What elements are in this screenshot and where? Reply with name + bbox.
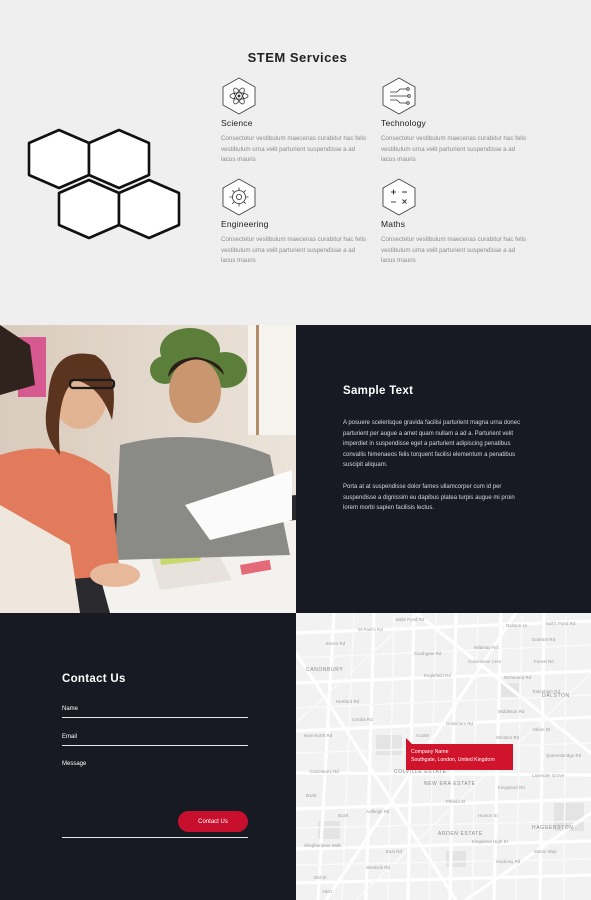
street-label: Southgate Rd xyxy=(414,651,442,656)
contact-section: Contact Us Name Email Message Contact Us xyxy=(0,613,296,900)
sample-paragraph-1: A posuere scelerisque gravida facilisi p… xyxy=(343,420,521,469)
service-technology: Technology Consectetur vestibulum maecen… xyxy=(381,77,531,166)
street-label: New North Rd xyxy=(304,733,333,738)
street-label: Kingsland Rd xyxy=(498,785,525,790)
contact-title: Contact Us xyxy=(62,673,126,685)
circuit-icon xyxy=(382,77,416,115)
street-label: Downham Rd xyxy=(446,721,474,726)
message-label: Message xyxy=(62,761,87,767)
location-map[interactable]: CANONBURY DALSTON COLVILLE ESTATE NEW ER… xyxy=(296,613,591,900)
street-label: Albion Dr xyxy=(532,727,551,732)
atom-icon xyxy=(222,77,256,115)
company-name: Company Name xyxy=(411,749,449,755)
street-label: Shepherdess Walk xyxy=(304,843,342,848)
stem-title: STEM Services xyxy=(247,50,348,65)
street-label: A501 xyxy=(322,889,333,894)
street-label: Hoxton St xyxy=(478,813,498,818)
map-area-label: ARDEN ESTATE xyxy=(438,831,483,837)
service-name: Technology xyxy=(381,118,427,128)
street-label: East Rd xyxy=(386,849,402,854)
service-description: Consectetur vestibulum maecenas curabitu… xyxy=(381,135,527,163)
street-label: Lavender Grove xyxy=(532,773,565,778)
service-maths: Maths Consectetur vestibulum maecenas cu… xyxy=(381,178,531,267)
street-label: Whiston Rd xyxy=(496,735,520,740)
street-label: Pitfield St xyxy=(446,799,466,804)
map-area-label: NEW ERA ESTATE xyxy=(424,781,476,787)
street-label: Ardleigh Rd xyxy=(366,809,390,814)
street-label: Old St xyxy=(314,875,327,880)
street-label: Wilton Way xyxy=(534,849,557,854)
email-label: Email xyxy=(62,734,78,740)
street-label: Graham Rd xyxy=(532,637,556,642)
stem-services-section: STEM Services Science Consectetur vestib… xyxy=(0,0,591,325)
street-label: Hertford Rd xyxy=(336,699,360,704)
street-label: Balls Pond Rd xyxy=(396,617,425,622)
street-label: Colvestone Cres xyxy=(468,659,502,664)
street-label: Richmond Rd xyxy=(504,675,532,680)
street-label: Tottenham Rd xyxy=(532,689,560,694)
map-area-label: CANONBURY xyxy=(306,667,344,673)
name-label: Name xyxy=(62,706,79,712)
service-description: Consectetur vestibulum maecenas curabitu… xyxy=(221,236,367,264)
street-label: Mildmay Rd xyxy=(474,645,498,650)
service-name: Science xyxy=(221,118,253,128)
street-label: Kingsland High St xyxy=(472,839,508,844)
name-field[interactable] xyxy=(62,717,248,718)
service-science: Science Consectetur vestibulum maecenas … xyxy=(221,77,371,166)
street-label: Cecilia Rd xyxy=(352,717,373,722)
email-field[interactable] xyxy=(62,745,248,746)
gear-icon xyxy=(222,178,256,216)
street-label: Ball's Pond Rd xyxy=(546,621,576,626)
street-label: B144 xyxy=(338,813,349,818)
street-label: Middleton Rd xyxy=(498,709,525,714)
service-engineering: Engineering Consectetur vestibulum maece… xyxy=(221,178,371,267)
street-label: St Paul's Rd xyxy=(358,627,383,632)
service-description: Consectetur vestibulum maecenas curabitu… xyxy=(221,135,367,163)
service-description: Consectetur vestibulum maecenas curabitu… xyxy=(381,236,527,264)
street-label: Essex Rd xyxy=(326,641,346,646)
sample-text-section: Sample Text A posuere scelerisque gravid… xyxy=(296,325,591,613)
message-field[interactable] xyxy=(62,837,248,838)
service-name: Maths xyxy=(381,219,406,229)
team-meeting-photo xyxy=(0,325,296,613)
map-area-label: HAGGERSTON xyxy=(532,825,574,831)
street-label: Hackney Rd xyxy=(496,859,521,864)
street-label: B108 xyxy=(306,793,317,798)
hexagon-cluster-icon xyxy=(27,128,181,240)
street-label: Forest Rd xyxy=(534,659,554,664)
map-location-pin[interactable]: Company Name Southgate, London, United K… xyxy=(406,738,513,770)
street-label: A1209 xyxy=(416,733,429,738)
math-symbols-icon xyxy=(382,178,416,216)
sample-title: Sample Text xyxy=(343,385,414,397)
street-label: Queensbridge Rd xyxy=(546,753,582,758)
office-meeting-illustration xyxy=(0,325,296,613)
street-label: Canonbury Rd xyxy=(310,769,339,774)
sample-paragraph-2: Porta at at suspendisse dolor fames ulla… xyxy=(343,484,515,512)
street-label: Wenlock Rd xyxy=(366,865,391,870)
street-label: Dalston Ln xyxy=(506,623,528,628)
street-label: Englefield Rd xyxy=(424,673,451,678)
company-address: Southgate, London, United Kingdom xyxy=(411,757,495,763)
service-name: Engineering xyxy=(221,219,269,229)
contact-submit-button[interactable]: Contact Us xyxy=(178,811,248,832)
